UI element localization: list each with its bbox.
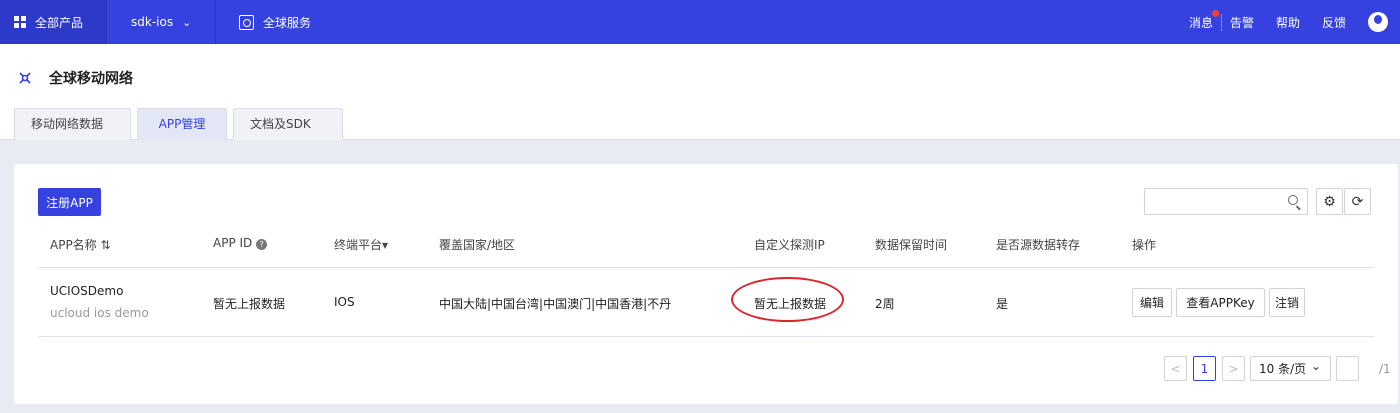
chevron-down-icon: ⌄: [182, 15, 192, 29]
project-name: sdk-ios: [131, 15, 174, 29]
col-retention: 数据保留时间: [875, 238, 948, 252]
page-total: /1: [1379, 362, 1391, 376]
platform-value: IOS: [334, 295, 355, 309]
prev-page-button[interactable]: <: [1164, 356, 1187, 381]
col-actions: 操作: [1132, 238, 1157, 252]
col-app-id: APP ID ?: [213, 236, 268, 250]
project-selector[interactable]: sdk-ios ⌄: [107, 0, 216, 44]
regions-value: 中国大陆|中国台湾|中国澳门|中国香港|不丹: [439, 297, 672, 311]
col-platform-label: 终端平台: [334, 238, 383, 252]
unread-badge: [1211, 9, 1219, 17]
app-id-value: 暂无上报数据: [213, 297, 286, 311]
tab-bar: 移动网络数据 APP管理 文档及SDK: [14, 107, 349, 140]
messages-label: 消息: [1188, 15, 1213, 30]
retention-value: 2周: [875, 297, 895, 311]
top-right-actions: 消息 告警 帮助 反馈: [1189, 0, 1400, 44]
col-app-id-label: APP ID: [213, 236, 253, 250]
page-jump-input[interactable]: [1336, 356, 1359, 381]
app-name: UCIOSDemo: [50, 284, 124, 298]
refresh-button[interactable]: ⟳: [1344, 188, 1371, 215]
col-app-name-label: APP名称: [50, 238, 97, 252]
global-service-menu[interactable]: 全球服务: [216, 0, 311, 44]
messages-link[interactable]: 消息: [1188, 9, 1222, 31]
tab-docs-sdk[interactable]: 文档及SDK: [233, 108, 343, 140]
feedback-link[interactable]: 反馈: [1322, 14, 1346, 31]
dump-value: 是: [996, 297, 1009, 311]
highlight-annotation: [731, 277, 844, 322]
user-avatar-icon[interactable]: [1368, 12, 1388, 32]
search-input[interactable]: [1144, 188, 1308, 215]
all-products-label: 全部产品: [35, 15, 84, 30]
grid-icon: [14, 16, 26, 28]
globe-icon: [239, 14, 254, 30]
settings-button[interactable]: ⚙: [1316, 188, 1343, 215]
col-platform[interactable]: 终端平台▾: [334, 236, 388, 253]
col-regions: 覆盖国家/地区: [439, 238, 516, 252]
alerts-link[interactable]: 告警: [1230, 14, 1254, 31]
view-appkey-button[interactable]: 查看APPKey: [1176, 288, 1265, 317]
global-service-label: 全球服务: [263, 15, 312, 30]
network-icon: [19, 72, 31, 84]
edit-button[interactable]: 编辑: [1132, 288, 1172, 317]
page-title-row: 全球移动网络: [18, 68, 133, 88]
col-probe-ip: 自定义探测IP: [754, 238, 825, 252]
col-app-name[interactable]: APP名称 ⇅: [50, 236, 111, 253]
row-divider: [38, 336, 1374, 337]
help-circle-icon[interactable]: ?: [256, 239, 268, 250]
page-header: 全球移动网络 移动网络数据 APP管理 文档及SDK: [0, 44, 1400, 140]
top-nav-bar: 全部产品 sdk-ios ⌄ 全球服务 消息 告警 帮助 反馈: [0, 0, 1400, 44]
app-description: ucloud ios demo: [50, 306, 149, 320]
page-title: 全球移动网络: [49, 71, 133, 87]
header-divider: [38, 267, 1374, 268]
filter-icon[interactable]: ▾: [382, 238, 388, 252]
help-link[interactable]: 帮助: [1276, 14, 1300, 31]
register-app-button[interactable]: 注册APP: [38, 188, 101, 216]
all-products-menu[interactable]: 全部产品: [0, 0, 107, 44]
gear-icon: ⚙: [1323, 193, 1336, 210]
tab-app-management[interactable]: APP管理: [137, 108, 227, 140]
next-page-button[interactable]: >: [1222, 356, 1245, 381]
chevron-down-icon: ⌄: [1310, 359, 1321, 373]
page-size-select[interactable]: 10 条/页 ⌄: [1250, 356, 1331, 381]
page-size-value: 10 条/页: [1259, 362, 1307, 376]
refresh-icon: ⟳: [1351, 193, 1364, 210]
page-1-button[interactable]: 1: [1193, 356, 1216, 381]
sort-icon[interactable]: ⇅: [97, 238, 111, 252]
app-list-card: 注册APP ⚙ ⟳ APP名称 ⇅ APP ID ? 终端平台▾ 覆盖国家/地区…: [14, 164, 1398, 404]
search-icon[interactable]: [1288, 195, 1298, 205]
col-dump: 是否源数据转存: [996, 238, 1081, 252]
tab-mobile-network-data[interactable]: 移动网络数据: [14, 108, 131, 140]
deregister-button[interactable]: 注销: [1269, 288, 1305, 317]
